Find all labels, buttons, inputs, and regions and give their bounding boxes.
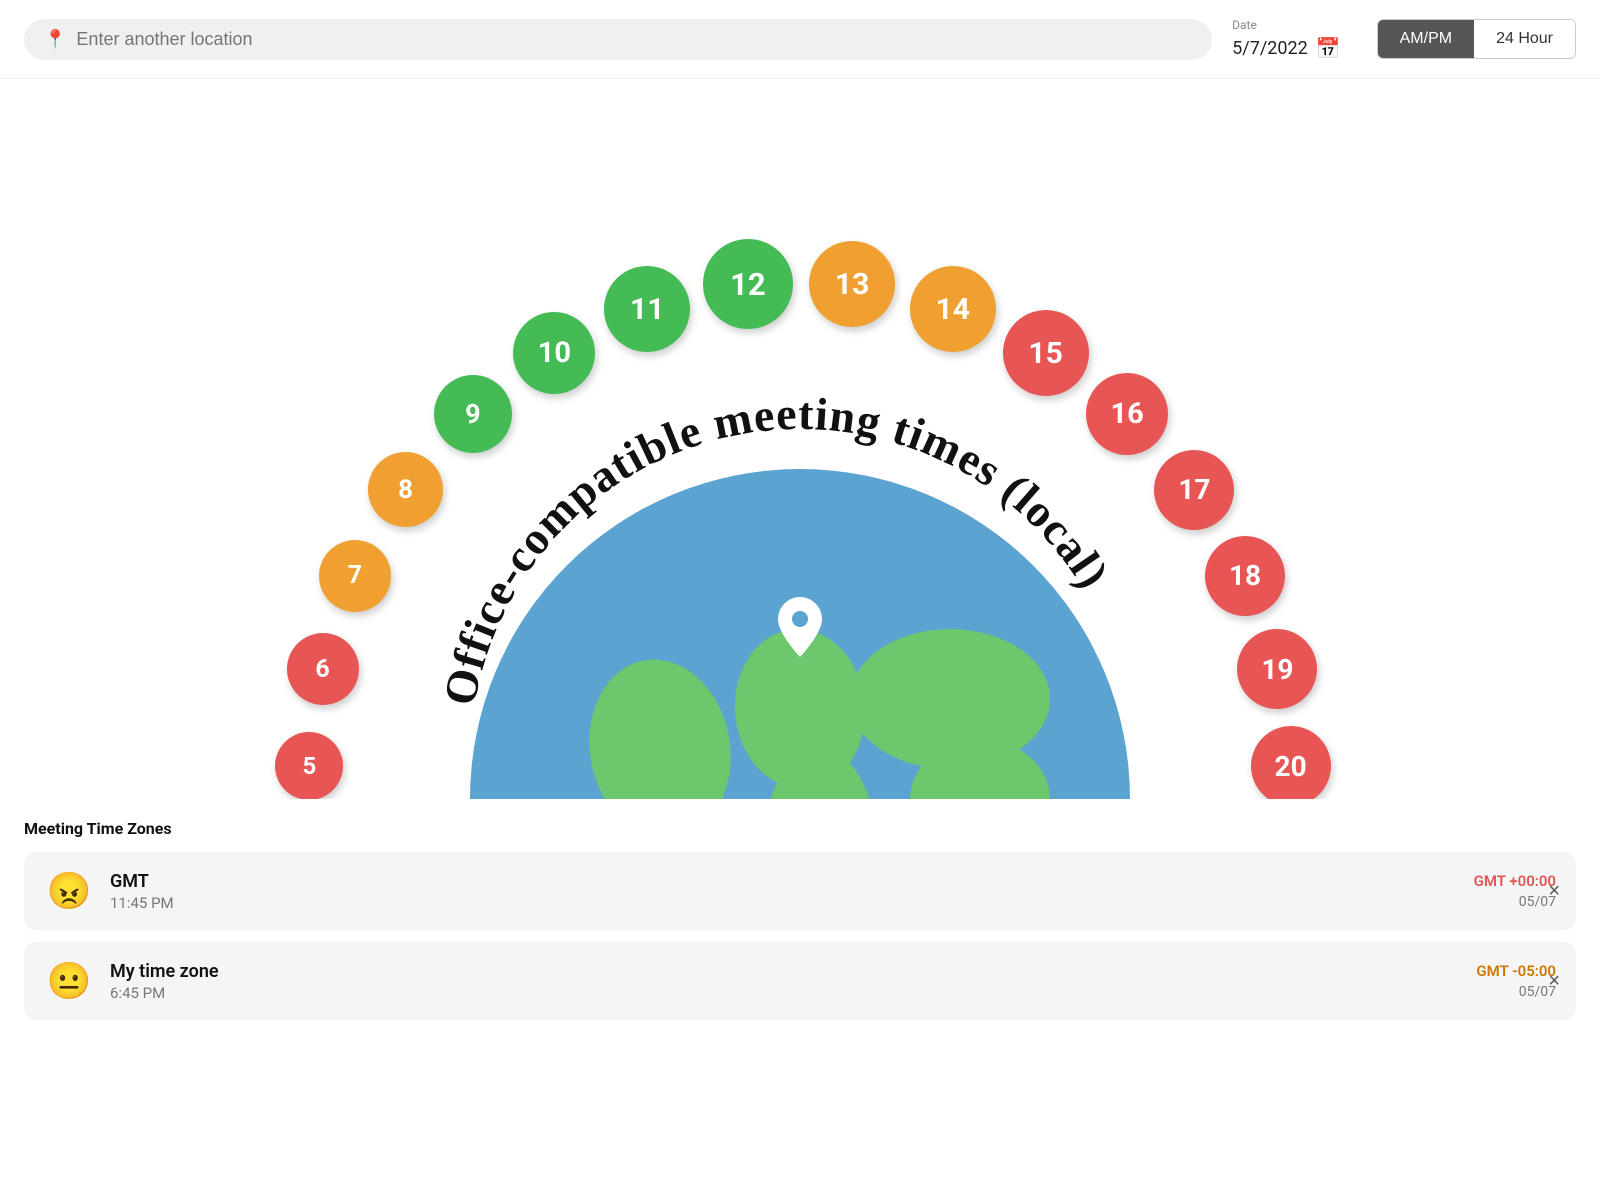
timezone-date-1: 05/07: [1476, 984, 1556, 1000]
hour-bubble-8[interactable]: 8: [368, 452, 443, 527]
hour-bubble-14[interactable]: 14: [910, 266, 996, 352]
timezones-section: Meeting Time Zones 😠 GMT 11:45 PM GMT +0…: [0, 799, 1600, 1052]
date-value: 5/7/2022: [1232, 38, 1308, 59]
date-label: Date: [1232, 18, 1257, 32]
main-visualization: Office-compatible meeting times (local) …: [0, 79, 1600, 799]
timezone-date-0: 05/07: [1474, 894, 1556, 910]
date-section: Date 5/7/2022 📅: [1232, 18, 1340, 60]
hour-bubble-15[interactable]: 15: [1003, 310, 1089, 396]
timezone-info-0: GMT 11:45 PM: [110, 871, 1458, 912]
timezone-emoji-1: 😐: [44, 956, 94, 1006]
timezone-name-0: GMT: [110, 871, 1458, 892]
calendar-icon[interactable]: 📅: [1316, 36, 1341, 60]
timezone-time-1: 6:45 PM: [110, 984, 1460, 1002]
hour-bubble-20[interactable]: 20: [1251, 726, 1331, 799]
hour-bubble-13[interactable]: 13: [809, 241, 895, 327]
hour-bubble-16[interactable]: 16: [1086, 373, 1168, 455]
globe-svg: [460, 459, 1140, 799]
timezone-right-1: GMT -05:00 05/07: [1476, 962, 1556, 1000]
timezone-card-0: 😠 GMT 11:45 PM GMT +00:00 05/07 ×: [24, 852, 1576, 930]
timezones-title: Meeting Time Zones: [24, 819, 1576, 838]
timezone-time-0: 11:45 PM: [110, 894, 1458, 912]
timezone-card-1: 😐 My time zone 6:45 PM GMT -05:00 05/07 …: [24, 942, 1576, 1020]
hour-bubble-9[interactable]: 9: [434, 375, 512, 453]
time-format-toggle: AM/PM 24 Hour: [1377, 19, 1576, 59]
hour-bubble-7[interactable]: 7: [319, 540, 391, 612]
ampm-button[interactable]: AM/PM: [1378, 20, 1474, 58]
globe-container: [460, 459, 1140, 799]
date-input-wrapper: 5/7/2022 📅: [1232, 36, 1340, 60]
hour-bubble-10[interactable]: 10: [513, 312, 595, 394]
location-icon: 📍: [44, 29, 66, 50]
location-input-wrapper[interactable]: 📍: [24, 19, 1212, 60]
hour-bubble-12[interactable]: 12: [703, 239, 793, 329]
timezone-close-0[interactable]: ×: [1548, 881, 1560, 901]
hour24-button[interactable]: 24 Hour: [1474, 20, 1575, 58]
timezone-emoji-0: 😠: [44, 866, 94, 916]
timezone-info-1: My time zone 6:45 PM: [110, 961, 1460, 1002]
hour-bubble-17[interactable]: 17: [1154, 450, 1234, 530]
timezone-right-0: GMT +00:00 05/07: [1474, 872, 1556, 910]
timezone-name-1: My time zone: [110, 961, 1460, 982]
timezone-offset-0: GMT +00:00: [1474, 872, 1556, 890]
timezone-offset-1: GMT -05:00: [1476, 962, 1556, 980]
hour-bubble-11[interactable]: 11: [604, 266, 690, 352]
location-input[interactable]: [76, 29, 1192, 50]
hour-bubble-18[interactable]: 18: [1205, 536, 1285, 616]
hour-bubble-19[interactable]: 19: [1237, 629, 1317, 709]
hour-bubble-6[interactable]: 6: [287, 633, 359, 705]
timezone-cards: 😠 GMT 11:45 PM GMT +00:00 05/07 × 😐 My t…: [24, 852, 1576, 1020]
hour-bubble-5[interactable]: 5: [275, 732, 343, 799]
timezone-close-1[interactable]: ×: [1548, 971, 1560, 991]
header: 📍 Date 5/7/2022 📅 AM/PM 24 Hour: [0, 0, 1600, 79]
